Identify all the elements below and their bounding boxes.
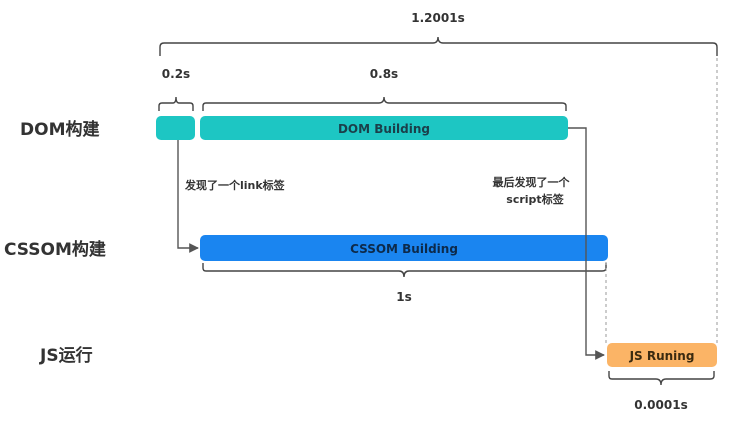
timeline-diagram: 1.2001s 0.2s 0.8s DOM构建 CSSOM构建 JS运行 DOM… (4, 11, 718, 412)
total-brace (159, 36, 718, 56)
total-duration-label: 1.2001s (411, 11, 464, 25)
cssom-duration-label: 1s (396, 290, 412, 304)
row-label-dom: DOM构建 (20, 119, 99, 140)
link-found-brace (158, 96, 194, 111)
js-duration-label: 0.0001s (634, 398, 687, 412)
link-arrow (177, 140, 199, 253)
script-tag-note-line1: 最后发现了一个 (493, 175, 571, 189)
link-found-duration-label: 0.2s (162, 67, 190, 81)
dom-rest-brace (202, 96, 567, 111)
cssom-brace (202, 263, 607, 278)
dom-initial-bar (156, 116, 195, 140)
row-label-cssom: CSSOM构建 (4, 239, 106, 260)
row-label-js: JS运行 (39, 345, 93, 366)
dom-building-label: DOM Building (338, 122, 430, 136)
dom-rest-duration-label: 0.8s (370, 67, 398, 81)
cssom-building-label: CSSOM Building (350, 242, 458, 256)
link-tag-note: 发现了一个link标签 (184, 178, 286, 192)
js-running-label: JS Runing (629, 349, 695, 363)
script-tag-note-line2: script标签 (506, 192, 564, 206)
js-brace (608, 371, 715, 386)
